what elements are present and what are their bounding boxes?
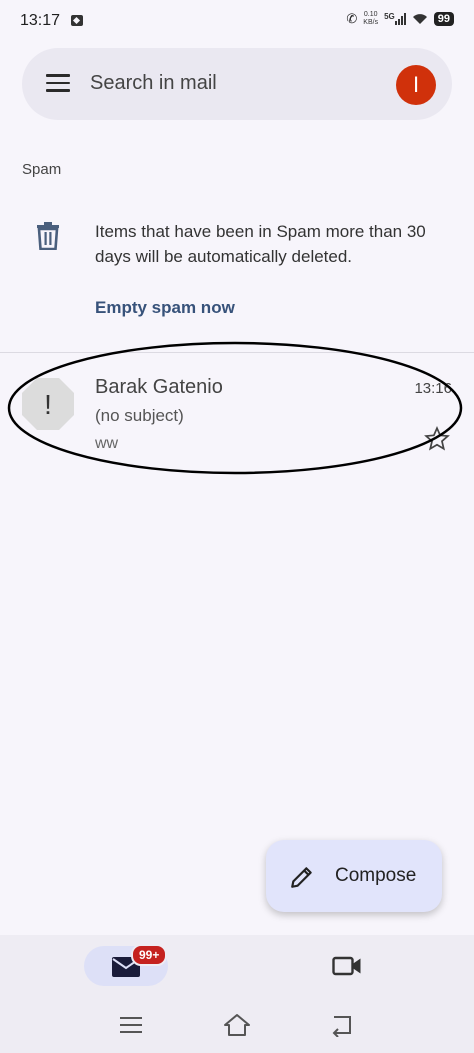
status-bar: 13:17 ✆ 0.10 KB/s 5G 99 bbox=[0, 0, 474, 44]
email-subject: (no subject) bbox=[95, 406, 184, 425]
network-type: 5G bbox=[384, 12, 395, 21]
email-list-item[interactable]: ! Barak Gatenio 13:16 (no subject) ww bbox=[0, 356, 474, 472]
home-icon[interactable] bbox=[223, 1013, 251, 1037]
network-speed: 0.10 KB/s bbox=[363, 11, 378, 27]
back-icon[interactable] bbox=[330, 1013, 354, 1037]
system-navigation bbox=[0, 1005, 474, 1045]
star-outline-icon[interactable] bbox=[424, 426, 450, 452]
notification-icon bbox=[71, 15, 83, 26]
status-time: 13:17 bbox=[20, 12, 61, 29]
wifi-icon bbox=[412, 14, 427, 24]
recent-apps-icon[interactable] bbox=[120, 1017, 142, 1033]
compose-label: Compose bbox=[335, 865, 417, 886]
trash-icon bbox=[37, 222, 59, 250]
email-snippet: ww bbox=[95, 435, 119, 452]
unread-badge: 99+ bbox=[131, 944, 168, 966]
account-avatar[interactable]: I bbox=[396, 65, 436, 105]
video-camera-icon[interactable] bbox=[332, 955, 362, 977]
folder-label: Spam bbox=[22, 161, 62, 178]
empty-spam-button[interactable]: Empty spam now bbox=[95, 298, 235, 318]
search-input[interactable]: Search in mail bbox=[90, 72, 217, 95]
status-indicators: ✆ 0.10 KB/s 5G 99 bbox=[346, 11, 454, 27]
network-speed-unit: KB/s bbox=[363, 19, 379, 26]
wifi-call-icon: ✆ bbox=[346, 11, 358, 26]
spam-warning-icon: ! bbox=[22, 378, 74, 430]
menu-icon[interactable] bbox=[46, 74, 70, 94]
signal-bars-icon bbox=[394, 13, 406, 25]
battery-icon: 99 bbox=[433, 12, 454, 26]
network-speed-value: 0.10 bbox=[363, 11, 378, 18]
spam-notice: Items that have been in Spam more than 3… bbox=[95, 222, 426, 266]
compose-button[interactable]: Compose bbox=[266, 840, 442, 912]
pencil-icon bbox=[291, 867, 312, 888]
spam-avatar-glyph: ! bbox=[44, 389, 52, 420]
divider bbox=[0, 352, 474, 353]
email-time: 13:16 bbox=[414, 380, 452, 397]
search-bar[interactable]: Search in mail I bbox=[22, 48, 452, 120]
email-sender: Barak Gatenio bbox=[95, 376, 223, 398]
nav-mail-tab[interactable]: 99+ bbox=[84, 944, 168, 986]
cellular-signal: 5G bbox=[384, 12, 406, 25]
